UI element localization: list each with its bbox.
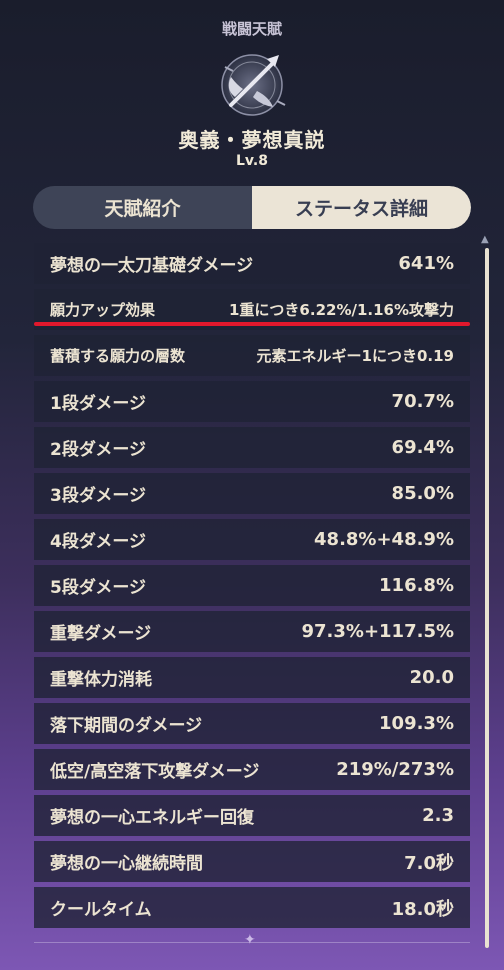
stat-value: 70.7% xyxy=(391,391,454,412)
stat-row: 落下期間のダメージ 109.3% xyxy=(34,703,470,744)
stat-row: 5段ダメージ 116.8% xyxy=(34,565,470,606)
stat-label: 願力アップ効果 xyxy=(50,301,156,319)
stat-label: 夢想の一心継続時間 xyxy=(50,854,203,874)
stat-row: 夢想の一心エネルギー回復 2.3 xyxy=(34,795,470,836)
stat-label: 2段ダメージ xyxy=(50,440,146,460)
highlight-underline xyxy=(34,322,470,326)
stat-row: 低空/高空落下攻撃ダメージ 219%/273% xyxy=(34,749,470,790)
stat-row: 夢想の一心継続時間 7.0秒 xyxy=(34,841,470,882)
stat-value: 116.8% xyxy=(379,575,454,596)
stat-value: 85.0% xyxy=(391,483,454,504)
stat-value: 1重につき6.22%/1.16%攻撃力 xyxy=(229,301,454,319)
stat-label: 3段ダメージ xyxy=(50,486,146,506)
stat-label: 4段ダメージ xyxy=(50,532,146,552)
talent-level: Lv.8 xyxy=(236,153,268,169)
stat-value: 109.3% xyxy=(379,713,454,734)
stat-row: 2段ダメージ 69.4% xyxy=(34,427,470,468)
tab-status-details[interactable]: ステータス詳細 xyxy=(252,186,471,229)
stat-value: 69.4% xyxy=(391,437,454,458)
talent-category: 戦闘天賦 xyxy=(221,20,282,38)
stat-label: 落下期間のダメージ xyxy=(50,716,203,736)
stat-value: 48.8%+48.9% xyxy=(314,529,454,550)
stat-label: 低空/高空落下攻撃ダメージ xyxy=(50,762,260,782)
talent-header: 戦闘天賦 奥義・夢想真説 Lv.8 xyxy=(0,0,504,185)
stat-label: 蓄積する願力の層数 xyxy=(50,347,186,365)
stat-row: 蓄積する願力の層数 元素エネルギー1につき0.19 xyxy=(34,335,470,376)
stat-label: 1段ダメージ xyxy=(50,394,146,414)
stat-row: 重撃体力消耗 20.0 xyxy=(34,657,470,698)
stat-value: 641% xyxy=(398,253,454,274)
stat-row: 3段ダメージ 85.0% xyxy=(34,473,470,514)
stat-row: 重撃ダメージ 97.3%+117.5% xyxy=(34,611,470,652)
tab-bar: 天賦紹介 ステータス詳細 xyxy=(33,186,471,229)
stat-value: 20.0 xyxy=(409,667,454,688)
stat-value: 97.3%+117.5% xyxy=(301,621,455,642)
tab-talent-description[interactable]: 天賦紹介 xyxy=(33,186,252,229)
stat-label: 夢想の一心エネルギー回復 xyxy=(50,808,254,828)
stat-label: 5段ダメージ xyxy=(50,578,146,598)
stat-value: 2.3 xyxy=(422,805,454,826)
scrollbar[interactable]: ▲ xyxy=(481,234,491,956)
stat-list: 夢想の一太刀基礎ダメージ 641% 願力アップ効果 1重につき6.22%/1.1… xyxy=(34,243,470,933)
sparkle-icon: ✦ xyxy=(244,932,256,948)
stat-label: 重撃体力消耗 xyxy=(50,670,152,690)
stat-label: クールタイム xyxy=(50,900,152,920)
stat-value: 元素エネルギー1につき0.19 xyxy=(256,347,454,365)
stat-row: 夢想の一太刀基礎ダメージ 641% xyxy=(34,243,470,284)
stat-value: 219%/273% xyxy=(336,759,454,780)
polearm-crest-icon xyxy=(221,54,286,116)
stat-value: 7.0秒 xyxy=(404,852,454,874)
scroll-thumb[interactable] xyxy=(485,248,489,948)
stat-value: 18.0秒 xyxy=(391,898,454,920)
stat-row: 1段ダメージ 70.7% xyxy=(34,381,470,422)
stat-label: 夢想の一太刀基礎ダメージ xyxy=(50,256,254,276)
stat-label: 重撃ダメージ xyxy=(50,624,152,644)
stat-row: 4段ダメージ 48.8%+48.9% xyxy=(34,519,470,560)
stat-row: クールタイム 18.0秒 xyxy=(34,887,470,928)
talent-name: 奥義・夢想真説 xyxy=(178,128,326,152)
scroll-up-icon[interactable]: ▲ xyxy=(481,234,489,245)
